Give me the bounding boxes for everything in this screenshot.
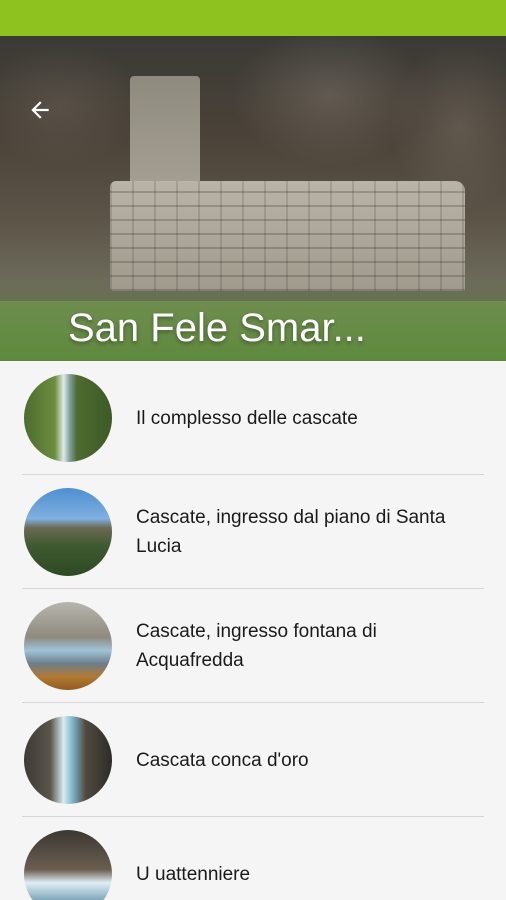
item-label: Cascata conca d'oro [136, 749, 309, 771]
status-bar [0, 0, 506, 36]
item-label: Il complesso delle cascate [136, 407, 358, 429]
item-thumbnail [24, 716, 112, 804]
item-thumbnail [24, 488, 112, 576]
page-title: San Fele Smar... [68, 306, 366, 350]
list-item[interactable]: Cascata conca d'oro [0, 703, 506, 817]
item-label: Cascate, ingresso dal piano di Santa Luc… [136, 507, 446, 557]
poi-list[interactable]: Il complesso delle cascate Cascate, ingr… [0, 361, 506, 900]
header-stone-wall [110, 181, 465, 291]
item-thumbnail [24, 830, 112, 900]
back-button[interactable] [22, 96, 58, 128]
header-ruin-tower [130, 76, 200, 196]
header-image: San Fele Smar... [0, 36, 506, 361]
list-item[interactable]: U uattenniere [0, 817, 506, 900]
item-label: Cascate, ingresso fontana di Acquafredda [136, 621, 377, 671]
list-item[interactable]: Cascate, ingresso dal piano di Santa Luc… [0, 475, 506, 589]
arrow-left-icon [27, 97, 53, 128]
item-thumbnail [24, 602, 112, 690]
list-item[interactable]: Il complesso delle cascate [0, 361, 506, 475]
item-thumbnail [24, 374, 112, 462]
item-label: U uattenniere [136, 863, 251, 885]
list-item[interactable]: Cascate, ingresso fontana di Acquafredda [0, 589, 506, 703]
